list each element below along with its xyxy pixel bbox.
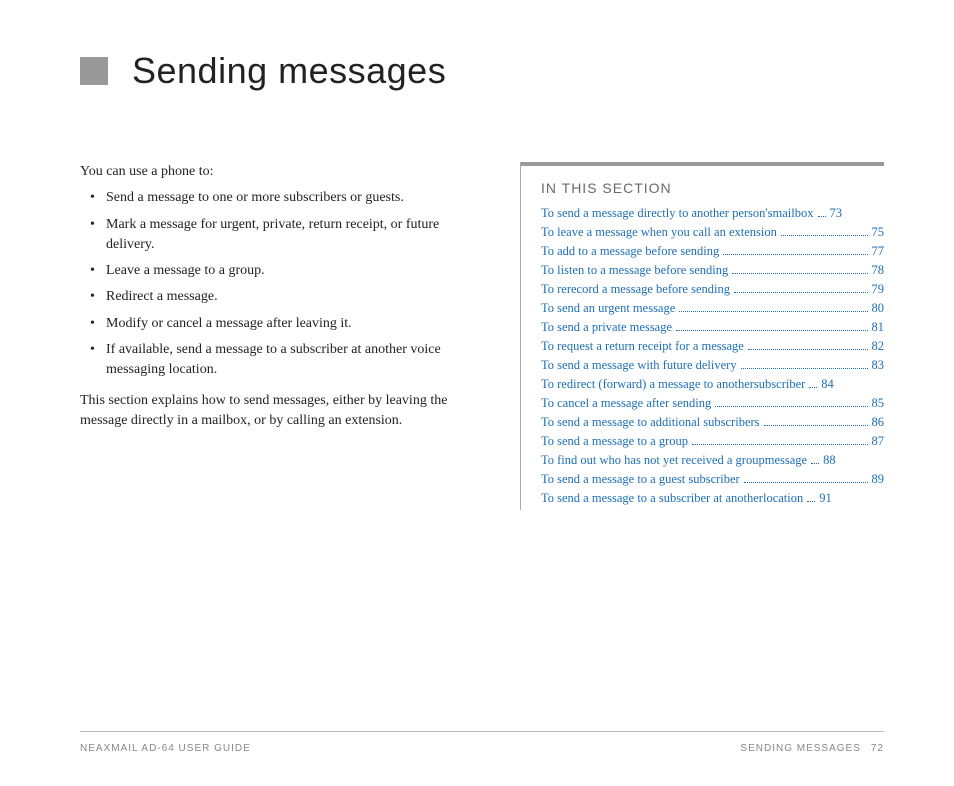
toc-link[interactable]: To rerecord a message before sending 79 bbox=[541, 282, 884, 297]
toc-label: To leave a message when you call an exte… bbox=[541, 225, 777, 240]
toc-page-number: 79 bbox=[872, 282, 885, 297]
right-column: IN THIS SECTION To send a message direct… bbox=[520, 162, 884, 510]
toc-page-number: 78 bbox=[872, 263, 885, 278]
toc-label: To listen to a message before sending bbox=[541, 263, 728, 278]
toc-link[interactable]: To send a message to a guest subscriber 8… bbox=[541, 472, 884, 487]
toc-leader-dots bbox=[734, 292, 868, 293]
toc-page-number: 73 bbox=[830, 206, 843, 221]
toc-link[interactable]: To send a message to additional subscrib… bbox=[541, 415, 884, 430]
toc-label: To send an urgent message bbox=[541, 301, 675, 316]
list-item: If available, send a message to a subscr… bbox=[80, 340, 480, 381]
toc-leader-dots bbox=[723, 254, 867, 255]
footer-section-label: SENDING MESSAGES bbox=[740, 743, 860, 754]
toc-link[interactable]: To send a message directly to another pe… bbox=[541, 206, 884, 221]
toc-leader-dots bbox=[764, 425, 868, 426]
toc-link[interactable]: To request a return receipt for a messag… bbox=[541, 339, 884, 354]
footer-page-number: 72 bbox=[871, 743, 884, 754]
toc-leader-dots bbox=[811, 463, 819, 464]
footer-rule bbox=[80, 731, 884, 732]
toc-label: To send a message to a subscriber at ano… bbox=[541, 491, 763, 506]
toc-label: To send a message directly to another pe… bbox=[541, 206, 773, 221]
toc-link[interactable]: To send a message to a group 87 bbox=[541, 434, 884, 449]
toc-label: To send a message with future delivery bbox=[541, 358, 737, 373]
toc-page-number: 87 bbox=[872, 434, 885, 449]
toc-page-number: 84 bbox=[821, 377, 834, 392]
toc-leader-dots bbox=[807, 501, 815, 502]
toc-page-number: 85 bbox=[872, 396, 885, 411]
toc-leader-dots bbox=[741, 368, 868, 369]
toc-link[interactable]: To send a private message 81 bbox=[541, 320, 884, 335]
table-of-contents: To send a message directly to another pe… bbox=[541, 206, 884, 506]
list-item: Mark a message for urgent, private, retu… bbox=[80, 215, 480, 256]
toc-leader-dots bbox=[732, 273, 867, 274]
toc-link[interactable]: To listen to a message before sending 78 bbox=[541, 263, 884, 278]
list-item: Modify or cancel a message after leaving… bbox=[80, 314, 480, 334]
list-item: Leave a message to a group. bbox=[80, 261, 480, 281]
toc-label: message bbox=[765, 453, 807, 468]
toc-label: location bbox=[763, 491, 803, 506]
toc-leader-dots bbox=[818, 216, 826, 217]
toc-label: To send a message to additional subscrib… bbox=[541, 415, 760, 430]
toc-label: To find out who has not yet received a g… bbox=[541, 453, 765, 468]
intro-text: You can use a phone to: bbox=[80, 162, 480, 182]
toc-page-number: 77 bbox=[872, 244, 885, 259]
toc-page-number: 81 bbox=[872, 320, 885, 335]
list-item: Redirect a message. bbox=[80, 287, 480, 307]
toc-leader-dots bbox=[781, 235, 868, 236]
toc-leader-dots bbox=[744, 482, 868, 483]
toc-page-number: 75 bbox=[872, 225, 885, 240]
toc-link[interactable]: To send a message with future delivery 83 bbox=[541, 358, 884, 373]
bullet-list: Send a message to one or more subscriber… bbox=[80, 188, 480, 380]
toc-page-number: 82 bbox=[872, 339, 885, 354]
footer-right: SENDING MESSAGES 72 bbox=[740, 743, 884, 754]
toc-leader-dots bbox=[692, 444, 867, 445]
toc-label: To send a message to a group bbox=[541, 434, 688, 449]
toc-label: To add to a message before sending bbox=[541, 244, 719, 259]
toc-label: To cancel a message after sending bbox=[541, 396, 711, 411]
toc-label: subscriber bbox=[754, 377, 805, 392]
page-title-row: Sending messages bbox=[80, 50, 884, 92]
toc-leader-dots bbox=[676, 330, 867, 331]
toc-label: mailbox bbox=[773, 206, 814, 221]
toc-link[interactable]: To send a message to a subscriber at ano… bbox=[541, 491, 884, 506]
list-item: Send a message to one or more subscriber… bbox=[80, 188, 480, 208]
closing-text: This section explains how to send messag… bbox=[80, 391, 480, 432]
toc-label: To send a private message bbox=[541, 320, 672, 335]
page-title: Sending messages bbox=[132, 50, 446, 92]
toc-leader-dots bbox=[748, 349, 868, 350]
section-heading: IN THIS SECTION bbox=[541, 180, 884, 196]
page-footer: NEAXMAIL AD-64 USER GUIDE SENDING MESSAG… bbox=[80, 743, 884, 754]
toc-label: To redirect (forward) a message to anoth… bbox=[541, 377, 754, 392]
toc-page-number: 86 bbox=[872, 415, 885, 430]
toc-page-number: 91 bbox=[819, 491, 832, 506]
toc-link[interactable]: To leave a message when you call an exte… bbox=[541, 225, 884, 240]
document-page: Sending messages You can use a phone to:… bbox=[0, 0, 954, 786]
toc-label: To request a return receipt for a messag… bbox=[541, 339, 744, 354]
section-top-bar bbox=[521, 162, 884, 166]
toc-page-number: 89 bbox=[872, 472, 885, 487]
toc-link[interactable]: To find out who has not yet received a g… bbox=[541, 453, 884, 468]
toc-link[interactable]: To add to a message before sending 77 bbox=[541, 244, 884, 259]
toc-page-number: 80 bbox=[872, 301, 885, 316]
toc-page-number: 88 bbox=[823, 453, 836, 468]
toc-leader-dots bbox=[679, 311, 867, 312]
title-square-icon bbox=[80, 57, 108, 85]
left-column: You can use a phone to: Send a message t… bbox=[80, 162, 480, 510]
toc-leader-dots bbox=[809, 387, 817, 388]
toc-label: To rerecord a message before sending bbox=[541, 282, 730, 297]
toc-label: To send a message to a guest subscriber bbox=[541, 472, 740, 487]
footer-left: NEAXMAIL AD-64 USER GUIDE bbox=[80, 743, 251, 754]
toc-link[interactable]: To send an urgent message 80 bbox=[541, 301, 884, 316]
toc-link[interactable]: To redirect (forward) a message to anoth… bbox=[541, 377, 884, 392]
toc-page-number: 83 bbox=[872, 358, 885, 373]
toc-leader-dots bbox=[715, 406, 867, 407]
toc-link[interactable]: To cancel a message after sending 85 bbox=[541, 396, 884, 411]
content-columns: You can use a phone to: Send a message t… bbox=[80, 162, 884, 510]
